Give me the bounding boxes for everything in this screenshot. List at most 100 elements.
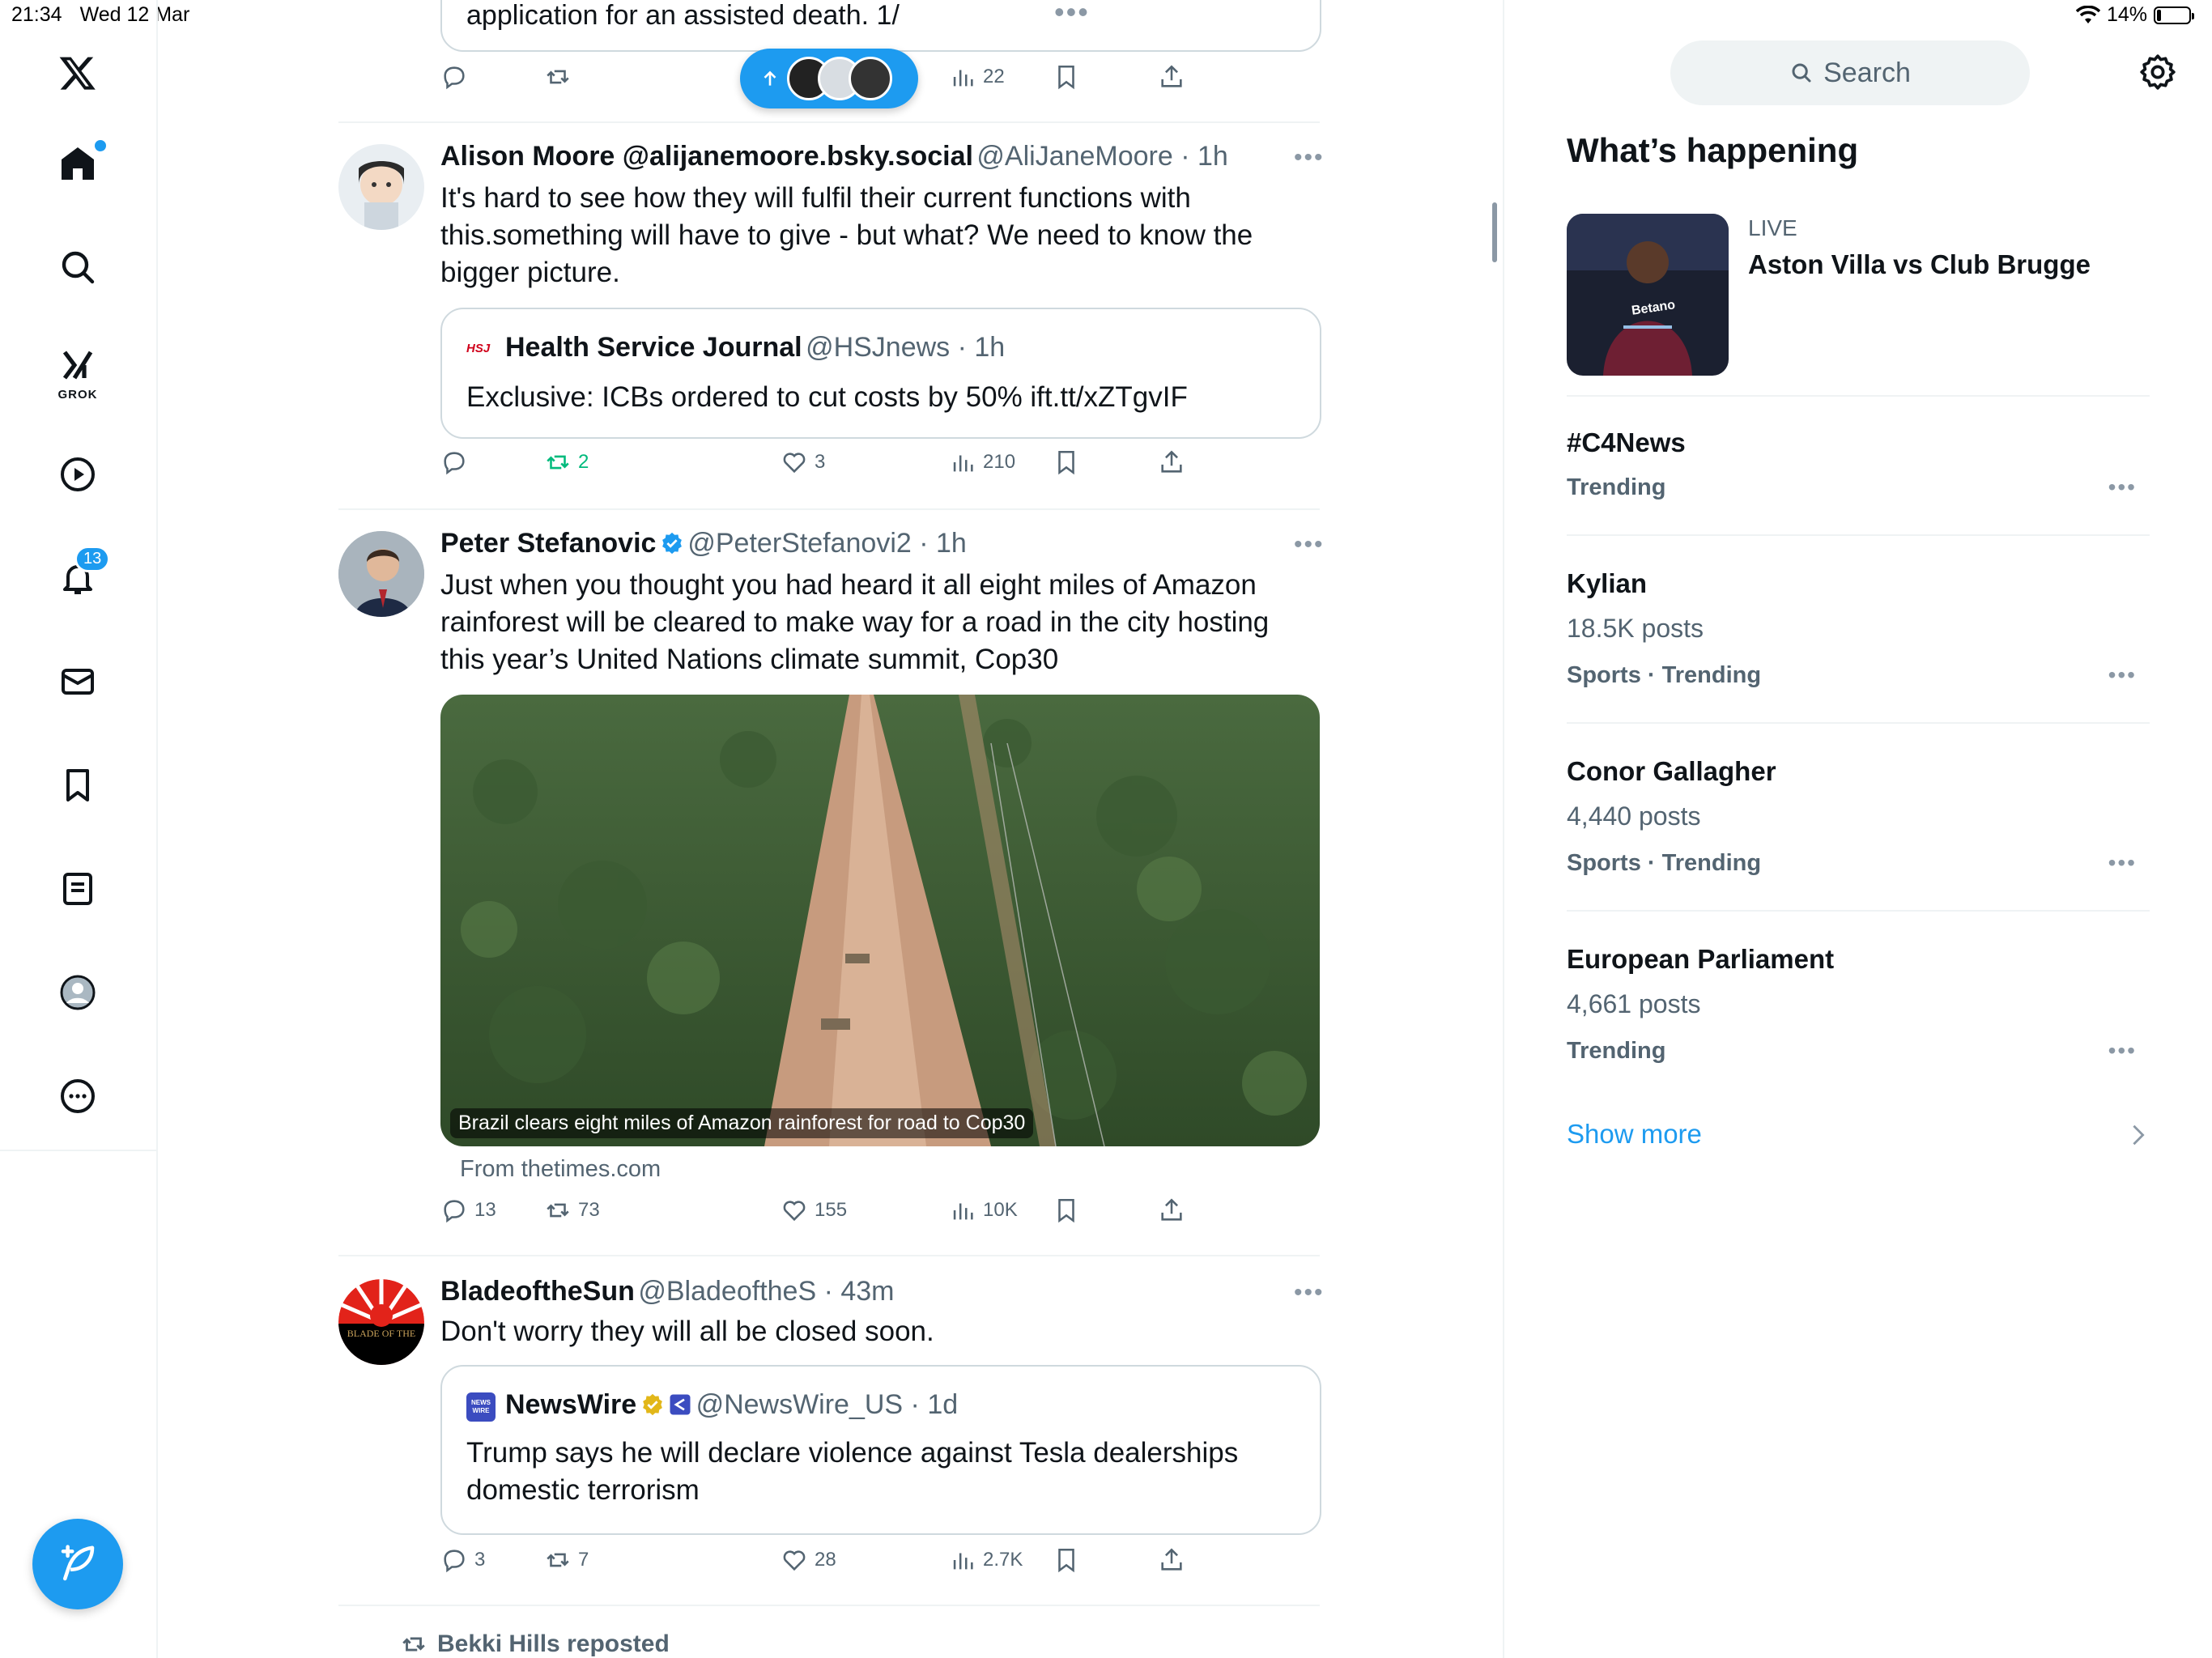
partial-quote-box[interactable]: application for an assisted death. 1/ ••… <box>440 0 1321 52</box>
home-unread-dot <box>95 140 106 151</box>
trend-posts: 4,661 posts <box>1567 989 1701 1018</box>
post-1-quote[interactable]: HSJ Health Service Journal @HSJnews · 1h… <box>440 308 1321 439</box>
messages-envelope-icon[interactable] <box>45 649 110 714</box>
settings-gear-icon[interactable] <box>2138 52 2178 92</box>
bookmark-icon <box>1058 65 1074 90</box>
like-button[interactable]: 3 <box>781 449 825 476</box>
views-chart-icon <box>953 455 973 472</box>
repost-icon <box>547 70 569 84</box>
views-button[interactable]: 2.7K <box>949 1546 1023 1574</box>
avatar-peter-stefanovic[interactable] <box>338 531 424 617</box>
grok-icon[interactable]: GROK <box>45 338 110 403</box>
reply-button[interactable] <box>440 63 468 91</box>
wifi-icon <box>2075 5 2100 23</box>
like-count: 3 <box>815 451 826 473</box>
chevron-right-icon[interactable] <box>2130 1124 2146 1146</box>
repost-icon <box>402 1637 425 1652</box>
search-field[interactable]: Search <box>1670 40 2030 105</box>
views-button[interactable]: 210 <box>949 449 1015 476</box>
avatar-alison-moore[interactable] <box>338 144 424 230</box>
partial-more-icon[interactable]: ••• <box>1054 0 1090 29</box>
profile-avatar-icon[interactable] <box>45 960 110 1025</box>
trend-title[interactable]: #C4News <box>1567 427 1686 458</box>
column-divider <box>1503 0 1504 1658</box>
share-button[interactable] <box>1158 449 1185 476</box>
repost-button[interactable]: 2 <box>544 449 589 476</box>
newswire-logo: NEWS WIRE <box>466 1392 496 1422</box>
trend-title[interactable]: European Parliament <box>1567 944 1834 975</box>
views-count: 2.7K <box>983 1549 1023 1571</box>
views-button[interactable]: 10K <box>949 1197 1018 1224</box>
gold-verified-badge-icon <box>642 1393 662 1416</box>
show-more-link[interactable]: Show more <box>1567 1119 1702 1150</box>
repost-banner[interactable]: Bekki Hills reposted <box>400 1630 670 1658</box>
bookmark-button[interactable] <box>1053 449 1080 476</box>
bookmarks-icon[interactable] <box>45 753 110 818</box>
compose-post-button[interactable] <box>32 1519 123 1609</box>
avatar-bladeofthesun[interactable]: BLADE OF THE <box>338 1279 424 1365</box>
post-3-author-name[interactable]: BladeoftheSun <box>440 1276 635 1307</box>
post-1-author-name[interactable]: Alison Moore @alijanemoore.bsky.social <box>440 141 973 172</box>
more-options-icon[interactable] <box>45 1064 110 1129</box>
post-divider <box>338 1605 1320 1606</box>
bookmark-button[interactable] <box>1053 1197 1080 1224</box>
post-3-meta: @BladeoftheS · 43m <box>638 1276 895 1307</box>
trend-more-icon[interactable]: ••• <box>2108 474 2137 500</box>
share-icon <box>1161 450 1182 473</box>
post-1-quote-header: Health Service Journal @HSJnews · 1h <box>505 332 1005 363</box>
share-button[interactable] <box>1158 1197 1185 1224</box>
reply-button[interactable]: 3 <box>440 1546 485 1574</box>
x-logo-icon[interactable] <box>45 40 110 105</box>
repost-banner-text: Bekki Hills reposted <box>437 1630 670 1657</box>
like-button[interactable]: 155 <box>781 1197 847 1224</box>
rainforest-road-image <box>440 695 1320 1146</box>
battery-icon <box>2154 6 2194 24</box>
home-icon[interactable] <box>45 131 110 196</box>
heart-icon <box>783 1550 806 1571</box>
share-button[interactable] <box>1158 1546 1185 1574</box>
bookmark-button[interactable] <box>1053 1546 1080 1574</box>
post-2-author-name[interactable]: Peter Stefanovic <box>440 528 656 559</box>
notifications-bell-icon[interactable]: 13 <box>45 546 111 610</box>
post-2-text: Just when you thought you had heard it a… <box>440 569 1270 675</box>
trend-more-icon[interactable]: ••• <box>2108 1038 2137 1064</box>
search-icon[interactable] <box>45 235 110 300</box>
share-icon <box>1161 65 1182 87</box>
post-1-meta: @AliJaneMoore · 1h <box>976 141 1228 172</box>
reply-button[interactable] <box>440 449 474 476</box>
post-3-actions: 3 7 28 2.7K <box>440 1546 1320 1587</box>
repost-button[interactable]: 73 <box>544 1197 600 1224</box>
search-icon <box>1792 63 1811 83</box>
lists-icon[interactable] <box>45 857 110 921</box>
post-2-more-icon[interactable]: ••• <box>1294 531 1325 559</box>
repost-button[interactable] <box>544 63 572 91</box>
post-3-more-icon[interactable]: ••• <box>1294 1279 1325 1307</box>
trend-more-icon[interactable]: ••• <box>2108 850 2137 876</box>
post-1-more-icon[interactable]: ••• <box>1294 144 1325 172</box>
timeline: application for an assisted death. 1/ ••… <box>338 0 1323 1658</box>
post-2-header: Peter Stefanovic @PeterStefanovi2 · 1h <box>440 528 967 559</box>
live-event-title[interactable]: Aston Villa vs Club Brugge <box>1748 249 2091 280</box>
like-count: 28 <box>815 1549 836 1571</box>
new-posts-pill[interactable] <box>740 49 918 108</box>
trend-title[interactable]: Conor Gallagher <box>1567 756 1776 787</box>
post-1-quote-text: Exclusive: ICBs ordered to cut costs by … <box>466 381 1188 413</box>
trend-more-icon[interactable]: ••• <box>2108 662 2137 688</box>
views-button[interactable]: 22 <box>949 63 1005 91</box>
post-2-source-link[interactable]: From thetimes.com <box>460 1156 661 1183</box>
views-count: 210 <box>983 451 1016 473</box>
views-count: 10K <box>983 1199 1018 1221</box>
video-icon[interactable] <box>45 442 110 507</box>
share-button[interactable] <box>1158 63 1185 91</box>
reply-button[interactable]: 13 <box>440 1197 496 1224</box>
trend-title[interactable]: Kylian <box>1567 568 1647 599</box>
timeline-scrollbar[interactable] <box>1492 202 1497 262</box>
repost-button[interactable]: 7 <box>544 1546 589 1574</box>
like-button[interactable]: 28 <box>781 1546 836 1574</box>
post-2-media-image[interactable]: Brazil clears eight miles of Amazon rain… <box>440 695 1320 1146</box>
live-event-thumbnail[interactable]: Betano <box>1567 214 1729 376</box>
post-3-quote[interactable]: NEWS WIRE NewsWire @NewsWire_US · 1d Tru… <box>440 1365 1321 1535</box>
views-count: 22 <box>983 66 1005 87</box>
reply-icon <box>444 1550 465 1573</box>
bookmark-button[interactable] <box>1053 63 1080 91</box>
